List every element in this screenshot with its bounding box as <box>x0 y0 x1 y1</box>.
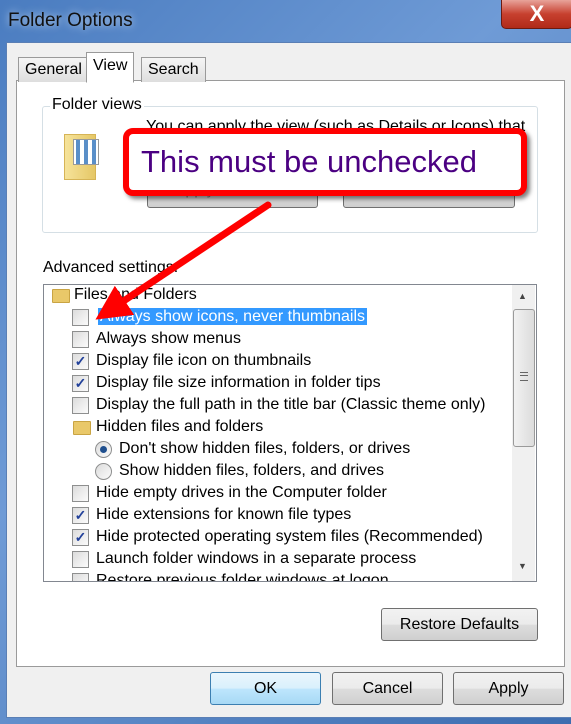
tab-view[interactable]: View <box>86 52 135 83</box>
annotation-callout: This must be unchecked <box>123 128 527 196</box>
arrow-icon <box>95 201 272 320</box>
annotation-arrow <box>95 201 272 320</box>
